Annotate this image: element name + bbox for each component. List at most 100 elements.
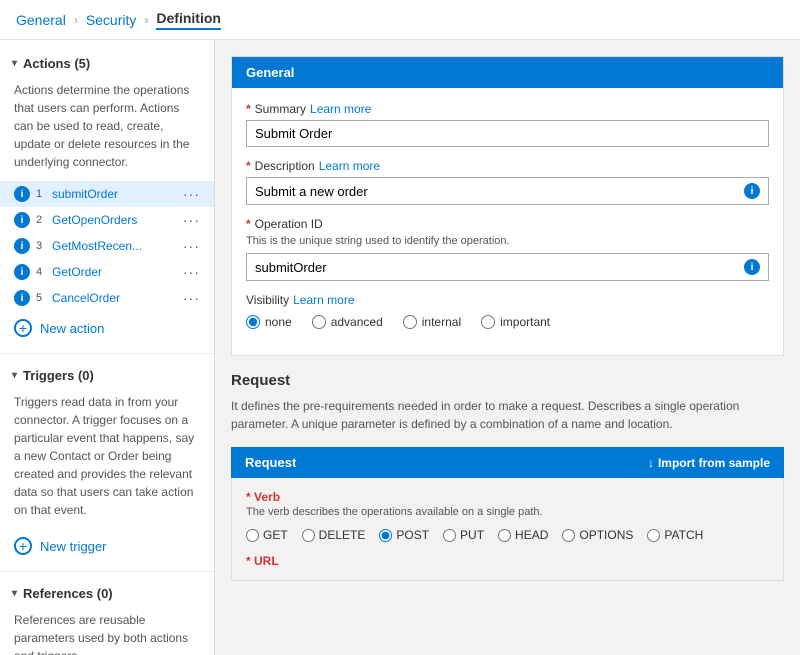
plus-circle-icon: + [14, 319, 32, 337]
action-ellipsis-3[interactable]: ··· [183, 238, 200, 254]
visibility-field-group: Visibility Learn more none advanced [246, 293, 769, 329]
triggers-description: Triggers read data in from your connecto… [0, 389, 214, 529]
description-input[interactable] [255, 184, 744, 199]
verb-patch-label: PATCH [664, 528, 703, 542]
action-num-3: 3 [36, 240, 48, 252]
visibility-advanced[interactable]: advanced [312, 315, 383, 329]
triggers-section-header[interactable]: ▾ Triggers (0) [0, 362, 214, 389]
action-ellipsis-1[interactable]: ··· [183, 186, 200, 202]
action-item-5[interactable]: i 5 CancelOrder ··· [0, 285, 214, 311]
verb-radio-group: GET DELETE POST PUT [246, 528, 769, 542]
verb-label: * Verb [246, 490, 769, 504]
url-label: * URL [246, 554, 769, 568]
action-name-3: GetMostRecen... [52, 239, 183, 253]
verb-put-label: PUT [460, 528, 484, 542]
request-title: Request [231, 372, 784, 389]
verb-post-label: POST [396, 528, 429, 542]
verb-post[interactable]: POST [379, 528, 429, 542]
breadcrumb-definition[interactable]: Definition [156, 10, 221, 30]
verb-put[interactable]: PUT [443, 528, 484, 542]
action-item-2[interactable]: i 2 GetOpenOrders ··· [0, 207, 214, 233]
description-info-button[interactable]: i [744, 183, 760, 199]
new-trigger-label: New trigger [40, 539, 106, 554]
actions-section-header[interactable]: ▾ Actions (5) [0, 50, 214, 77]
verb-delete[interactable]: DELETE [302, 528, 366, 542]
new-trigger-button[interactable]: + New trigger [0, 529, 214, 563]
action-ellipsis-4[interactable]: ··· [183, 264, 200, 280]
download-icon: ↓ [648, 456, 654, 470]
request-panel-body: * Verb The verb describes the operations… [231, 478, 784, 581]
verb-options[interactable]: OPTIONS [562, 528, 633, 542]
info-icon-4: i [14, 264, 30, 280]
action-num-2: 2 [36, 214, 48, 226]
description-field-group: * Description Learn more i [246, 159, 769, 205]
verb-patch[interactable]: PATCH [647, 528, 703, 542]
new-action-label: New action [40, 321, 104, 336]
operation-id-input[interactable] [255, 260, 744, 275]
summary-input[interactable] [255, 126, 760, 141]
verb-head-label: HEAD [515, 528, 548, 542]
request-header-label: Request [245, 455, 296, 470]
import-from-sample-button[interactable]: ↓ Import from sample [648, 456, 770, 470]
operation-id-required: * [246, 217, 251, 231]
summary-required: * [246, 102, 251, 116]
visibility-none-label: none [265, 315, 292, 329]
sidebar: ▾ Actions (5) Actions determine the oper… [0, 40, 215, 655]
breadcrumb: General › Security › Definition [0, 0, 800, 40]
description-required: * [246, 159, 251, 173]
action-num-4: 4 [36, 266, 48, 278]
action-name-1: submitOrder [52, 187, 183, 201]
breadcrumb-sep-1: › [74, 13, 78, 27]
action-item-1[interactable]: i 1 submitOrder ··· [0, 181, 214, 207]
breadcrumb-general[interactable]: General [16, 12, 66, 28]
info-icon-5: i [14, 290, 30, 306]
visibility-learn-more[interactable]: Learn more [293, 293, 354, 307]
info-icon-2: i [14, 212, 30, 228]
actions-chevron-icon: ▾ [12, 58, 17, 69]
verb-get-label: GET [263, 528, 288, 542]
description-learn-more[interactable]: Learn more [319, 159, 380, 173]
summary-field-group: * Summary Learn more [246, 102, 769, 147]
verb-head[interactable]: HEAD [498, 528, 548, 542]
general-panel-body: * Summary Learn more * Description Learn… [232, 88, 783, 355]
info-icon-3: i [14, 238, 30, 254]
visibility-internal-label: internal [422, 315, 461, 329]
general-panel: General * Summary Learn more [231, 56, 784, 356]
visibility-internal[interactable]: internal [403, 315, 461, 329]
visibility-none[interactable]: none [246, 315, 292, 329]
verb-get[interactable]: GET [246, 528, 288, 542]
action-item-4[interactable]: i 4 GetOrder ··· [0, 259, 214, 285]
action-num-5: 5 [36, 292, 48, 304]
action-ellipsis-2[interactable]: ··· [183, 212, 200, 228]
summary-learn-more[interactable]: Learn more [310, 102, 371, 116]
action-name-4: GetOrder [52, 265, 183, 279]
request-section: Request It defines the pre-requirements … [231, 372, 784, 581]
visibility-label: Visibility Learn more [246, 293, 769, 307]
references-section-header[interactable]: ▾ References (0) [0, 580, 214, 607]
summary-label: * Summary Learn more [246, 102, 769, 116]
action-item-3[interactable]: i 3 GetMostRecen... ··· [0, 233, 214, 259]
references-chevron-icon: ▾ [12, 588, 17, 599]
triggers-chevron-icon: ▾ [12, 370, 17, 381]
breadcrumb-security[interactable]: Security [86, 12, 137, 28]
operation-id-field-group: * Operation ID This is the unique string… [246, 217, 769, 281]
operation-id-label: * Operation ID [246, 217, 769, 231]
action-ellipsis-5[interactable]: ··· [183, 290, 200, 306]
divider-1 [0, 353, 214, 354]
operation-id-input-wrapper: i [246, 253, 769, 281]
description-input-wrapper: i [246, 177, 769, 205]
actions-description: Actions determine the operations that us… [0, 77, 214, 181]
verb-options-label: OPTIONS [579, 528, 633, 542]
visibility-important[interactable]: important [481, 315, 550, 329]
actions-header-label: Actions (5) [23, 56, 90, 71]
action-name-2: GetOpenOrders [52, 213, 183, 227]
new-action-button[interactable]: + New action [0, 311, 214, 345]
operation-id-info-button[interactable]: i [744, 259, 760, 275]
visibility-important-label: important [500, 315, 550, 329]
references-description: References are reusable parameters used … [0, 607, 214, 655]
description-label: * Description Learn more [246, 159, 769, 173]
divider-2 [0, 571, 214, 572]
visibility-radio-group: none advanced internal important [246, 315, 769, 329]
verb-desc: The verb describes the operations availa… [246, 506, 769, 518]
summary-input-wrapper [246, 120, 769, 147]
